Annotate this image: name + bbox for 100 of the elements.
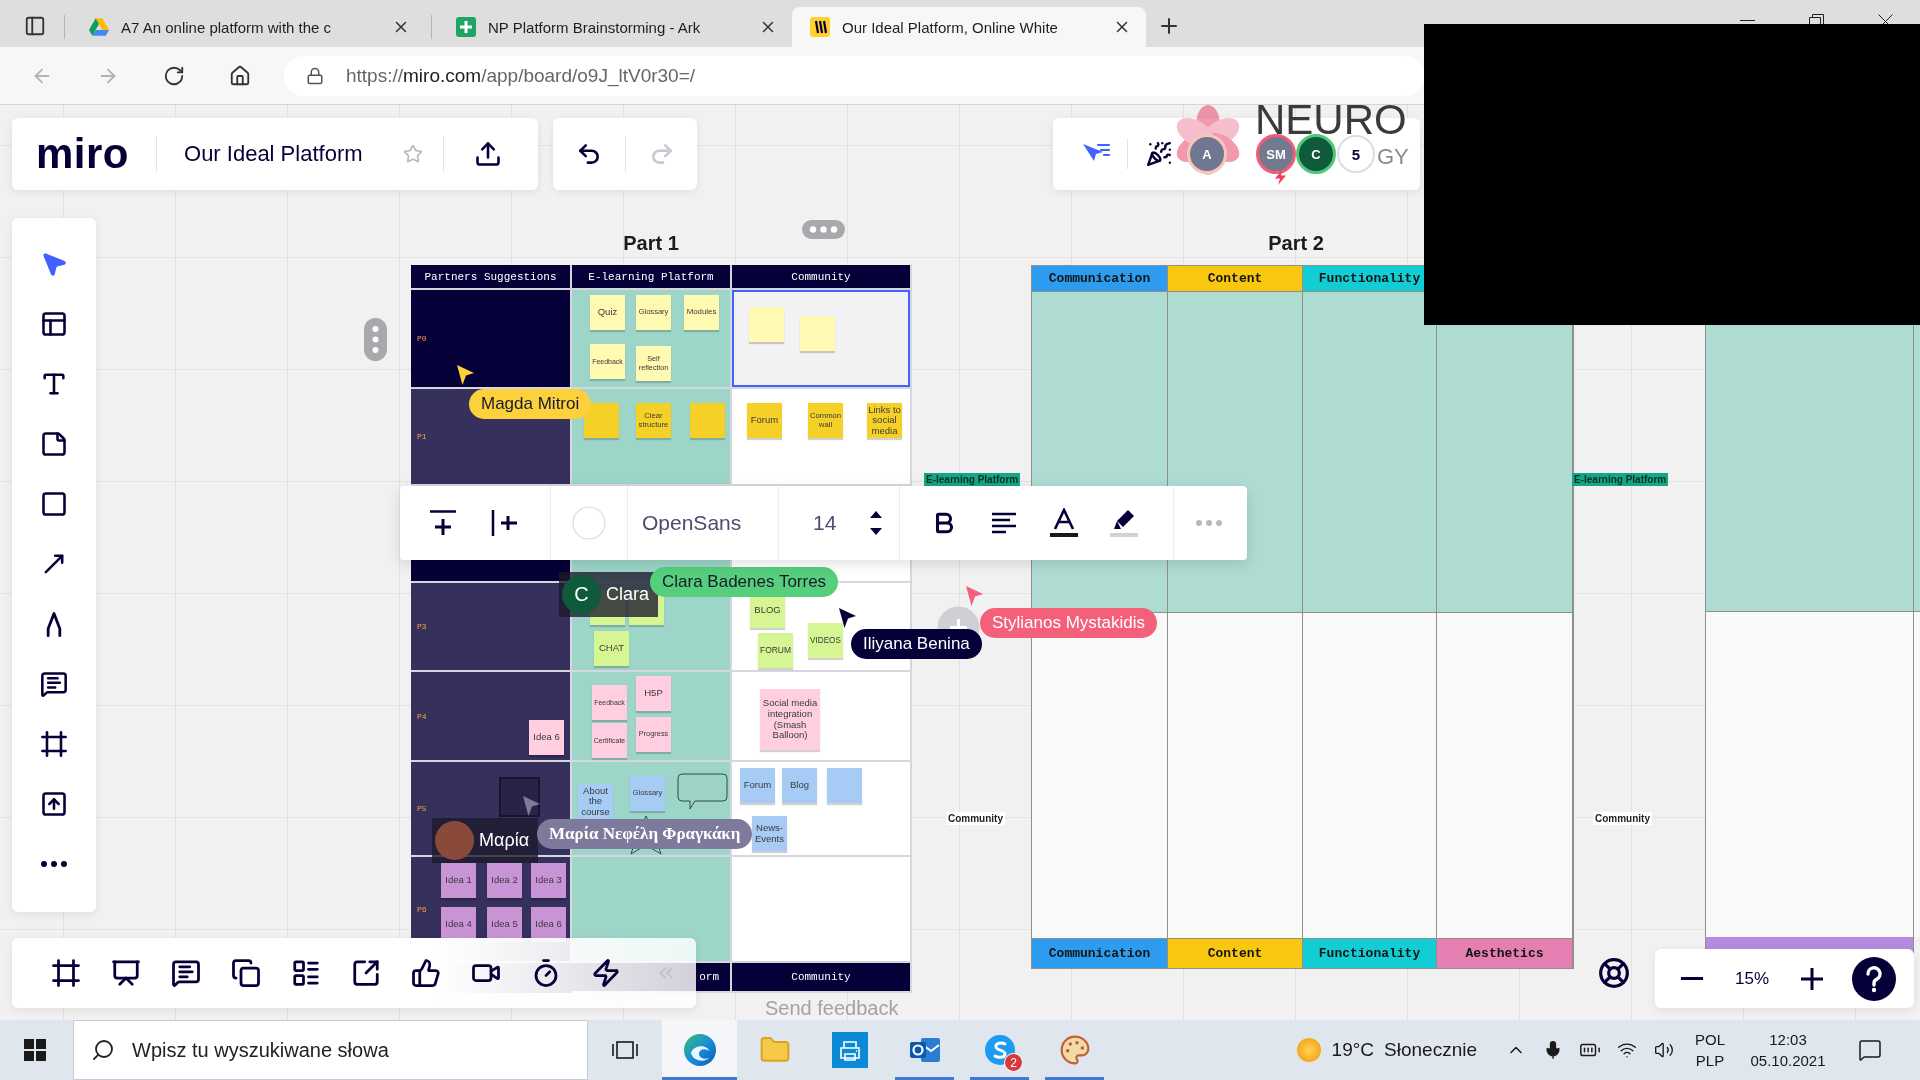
user-avatar[interactable]: C <box>1296 134 1336 174</box>
temperature-text: 19°C <box>1331 1039 1375 1061</box>
pointer-icon <box>522 795 541 817</box>
sticky-note[interactable]: VIDEOS <box>808 623 843 658</box>
cards-icon <box>231 958 261 988</box>
user-avatar: C <box>562 575 601 614</box>
undo-icon <box>576 141 602 167</box>
more-users-counter[interactable]: 5 <box>1337 135 1375 173</box>
taskbar-app-button[interactable] <box>662 1020 737 1080</box>
templates-icon <box>40 310 68 338</box>
sticky-note[interactable]: Idea 3 <box>531 863 566 898</box>
sticky-note[interactable]: Idea 6 <box>529 720 564 755</box>
text-color-icon <box>1050 508 1078 538</box>
board-logo-icon <box>810 17 830 37</box>
column-header: Community <box>732 963 912 993</box>
sticky-note[interactable]: Social media integration (Smash Balloon) <box>760 689 820 750</box>
row-label: P4 <box>417 711 427 721</box>
row-label: P3 <box>417 622 427 631</box>
restore-icon <box>1809 14 1824 24</box>
sticky-note[interactable]: News-Events <box>752 816 787 851</box>
sticky-note[interactable]: Forum <box>747 403 782 438</box>
user-name-label: Stylianos Mystakidis <box>980 608 1158 638</box>
board-title[interactable]: Our Ideal Platform <box>184 141 363 167</box>
lifebuoy-icon <box>1598 957 1630 989</box>
user-name-label: Magda Mitroi <box>469 389 592 419</box>
support-button[interactable] <box>1596 955 1632 991</box>
browser-tab[interactable]: Our Ideal Platform, Online White <box>792 7 1146 47</box>
sticky-note[interactable]: Blog <box>782 768 817 803</box>
spreadsheet-icon <box>456 17 476 37</box>
align-left-icon <box>991 512 1017 534</box>
font-size-field[interactable]: 14 <box>813 511 853 535</box>
text-icon <box>40 370 68 398</box>
swirl-browser-icon <box>682 1033 717 1067</box>
user-name-label: Μαρία Νεφέλη Φραγκάκη <box>537 819 753 849</box>
sticky-note[interactable]: Idea 1 <box>441 863 476 898</box>
stepper-arrows-icon <box>869 509 883 537</box>
sticky-note[interactable]: About the course <box>578 784 613 819</box>
column-header: E-learning Platform <box>572 265 732 290</box>
comment-icon <box>40 670 68 698</box>
sticky-note[interactable]: CHAT <box>594 631 629 666</box>
row-label: P6 <box>417 904 427 914</box>
lock-icon <box>306 66 324 85</box>
plus-icon <box>1801 967 1823 990</box>
row-tag: E-learning Platform <box>1572 473 1669 486</box>
clock-time[interactable]: 12:03 <box>1769 1029 1807 1050</box>
search-icon <box>91 1038 115 1062</box>
address-bar[interactable]: https://miro.com/app/board/o9J_ltV0r30=/ <box>284 55 1425 96</box>
pointer-icon <box>838 607 857 629</box>
sticky-note-icon <box>40 430 68 458</box>
user-first-name: Clara <box>606 584 649 605</box>
triangle-logo-icon <box>89 18 109 36</box>
font-select[interactable]: OpenSans <box>642 511 742 535</box>
user-avatar[interactable]: SM <box>1256 134 1296 174</box>
zoom-level: 15% <box>1734 968 1770 989</box>
party-popper-icon <box>1146 141 1172 167</box>
square-icon <box>40 490 68 518</box>
insert-row-icon <box>428 510 458 536</box>
lightning-badge-icon <box>1274 170 1287 185</box>
sticky-note[interactable]: FORUM <box>758 633 793 668</box>
pointer-icon <box>965 585 984 607</box>
speech-bubble-shape <box>677 773 728 810</box>
printer-tile-icon <box>831 1032 868 1068</box>
sticky-note[interactable]: Idea 2 <box>487 863 522 898</box>
sticky-note[interactable]: Quiz <box>590 295 625 330</box>
sticky-note[interactable]: H5P <box>636 676 671 711</box>
palette-icon <box>1058 1034 1091 1066</box>
column-header: Functionality <box>1303 938 1437 968</box>
taskbar-app-button[interactable]: 2 <box>962 1020 1037 1080</box>
user-avatar[interactable]: A <box>1187 134 1227 174</box>
notification-count: 2 <box>1004 1053 1023 1072</box>
help-button[interactable] <box>1852 956 1896 1001</box>
more-icon <box>41 861 67 867</box>
pointer-icon <box>456 364 475 386</box>
url-text: https://miro.com/app/board/o9J_ltV0r30=/ <box>346 64 696 87</box>
sun-icon <box>1295 1037 1322 1063</box>
clock-date[interactable]: 05.10.2021 <box>1750 1050 1826 1071</box>
task-view-icon <box>612 1039 638 1061</box>
input-language[interactable]: POL <box>1695 1029 1725 1050</box>
row-label: P0 <box>417 334 427 343</box>
comment-icon <box>171 958 201 988</box>
browser-tab[interactable]: A7 An online platform with the c <box>71 7 425 47</box>
frame-icon <box>40 730 68 758</box>
notification-icon <box>1858 1038 1882 1062</box>
reload-icon <box>163 64 185 87</box>
app-logo[interactable]: miro <box>36 133 129 175</box>
keyboard-layout[interactable]: PLP <box>1695 1050 1725 1071</box>
speaker-icon <box>1654 1040 1674 1060</box>
avatar-placeholder <box>435 821 474 860</box>
sticky-note[interactable]: Forum <box>740 768 775 803</box>
more-icon <box>1196 520 1222 526</box>
sticky-note[interactable]: Links to social media <box>867 403 902 438</box>
upload-icon <box>40 790 68 818</box>
frame-title: Part 1 <box>623 232 679 255</box>
frame-title: Part 2 <box>1268 232 1324 255</box>
browser-tab[interactable]: NP Platform Brainstorming - Ark <box>438 7 792 47</box>
star-icon <box>402 144 423 164</box>
column-header: Content <box>1168 266 1303 291</box>
export-icon <box>351 958 381 988</box>
column-header: Partners Suggestions <box>411 265 572 290</box>
taskbar-search-field[interactable]: Wpisz tu wyszukiwane słowa <box>73 1020 588 1080</box>
